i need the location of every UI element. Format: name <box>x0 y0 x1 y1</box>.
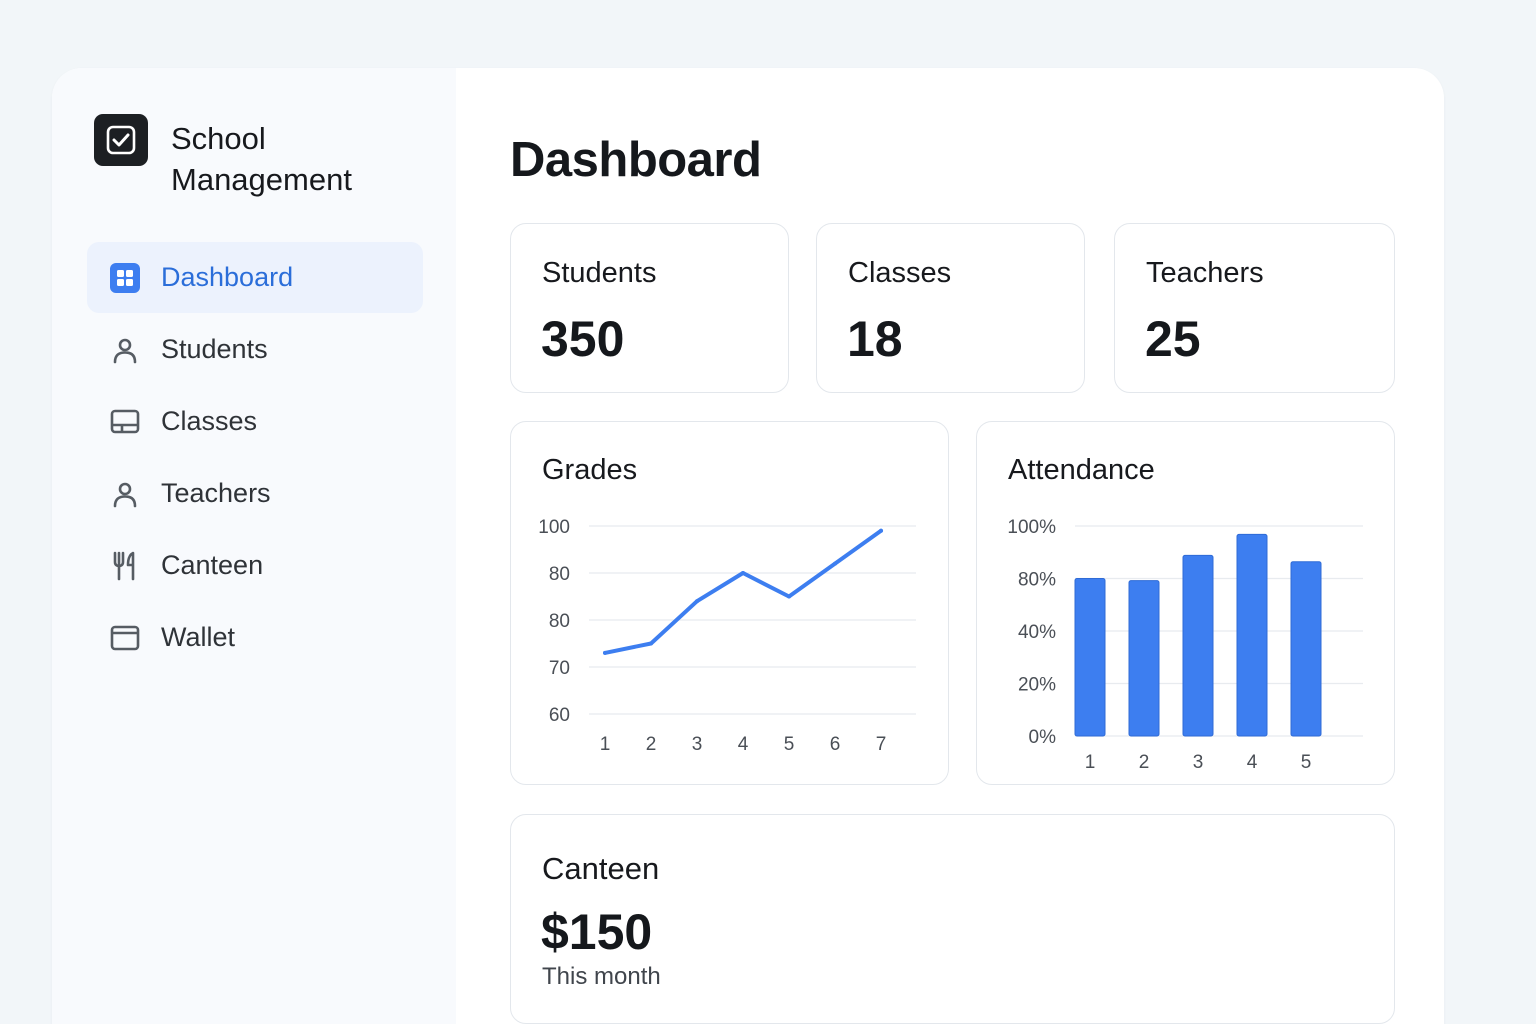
sidebar-nav: Dashboard Students Classes Teachers Cant… <box>87 242 423 674</box>
stat-value: 18 <box>847 311 903 367</box>
monitor-icon <box>109 406 141 438</box>
sidebar-item-canteen[interactable]: Canteen <box>87 530 423 601</box>
sidebar-item-label: Canteen <box>161 550 264 580</box>
canteen-card[interactable]: Canteen $150 This month <box>510 814 1395 1024</box>
sidebar-item-teachers[interactable]: Teachers <box>87 458 423 529</box>
user-icon <box>109 334 141 366</box>
stat-value: 25 <box>1145 311 1201 367</box>
x-tick-label: 4 <box>738 734 749 755</box>
x-tick-label: 4 <box>1247 752 1258 773</box>
y-tick-label: 0% <box>1029 727 1057 748</box>
attendance-bar <box>1290 561 1322 737</box>
attendance-bar <box>1182 554 1214 737</box>
data-point <box>695 599 699 604</box>
attendance-bar <box>1074 578 1106 737</box>
canteen-label: Canteen <box>542 851 660 886</box>
grades-series-line <box>603 528 883 655</box>
x-tick-label: 3 <box>1193 752 1204 773</box>
data-point <box>741 571 745 575</box>
y-tick-label: 100% <box>1007 517 1056 538</box>
stat-value: 350 <box>541 311 625 367</box>
sidebar-item-dashboard[interactable]: Dashboard <box>87 242 423 313</box>
x-tick-label: 6 <box>830 734 841 755</box>
attendance-chart-card: Attendance 100% 80% 40% 20% 0% 1 2 3 4 5 <box>976 421 1395 785</box>
y-tick-label: 60 <box>549 705 570 726</box>
sidebar-item-label: Dashboard <box>161 262 294 292</box>
sidebar-item-wallet[interactable]: Wallet <box>87 602 423 673</box>
sidebar-item-label: Classes <box>161 406 258 436</box>
grid-icon <box>109 262 141 294</box>
data-point <box>649 641 653 646</box>
brand: School Management <box>94 114 352 197</box>
stat-card-classes[interactable]: Classes 18 <box>816 223 1085 393</box>
attendance-bar <box>1128 580 1160 737</box>
page-title: Dashboard <box>510 133 762 187</box>
data-point <box>787 594 791 599</box>
wallet-icon <box>109 622 141 654</box>
data-point <box>879 528 883 533</box>
utensils-icon <box>109 550 141 582</box>
sidebar: School Management Dashboard Students Cla… <box>52 68 456 1024</box>
y-tick-label: 20% <box>1018 675 1056 696</box>
canteen-value: $150 <box>541 904 653 960</box>
y-tick-label: 80% <box>1018 570 1056 591</box>
stat-label: Students <box>542 257 657 289</box>
attendance-bar <box>1236 533 1268 737</box>
attendance-chart: 100% 80% 40% 20% 0% 1 2 3 4 5 <box>1007 517 1363 773</box>
stat-label: Classes <box>848 257 952 289</box>
stat-card-teachers[interactable]: Teachers 25 <box>1114 223 1395 393</box>
x-tick-label: 2 <box>646 734 657 755</box>
stat-card-students[interactable]: Students 350 <box>510 223 789 393</box>
data-point <box>603 650 607 655</box>
data-point <box>833 561 837 566</box>
main-content: Dashboard Students 350 Classes 18 Teache… <box>456 68 1444 1024</box>
user-icon <box>109 478 141 510</box>
sidebar-item-classes[interactable]: Classes <box>87 386 423 457</box>
sidebar-item-label: Teachers <box>161 478 271 508</box>
y-tick-label: 70 <box>549 658 570 679</box>
app-window: School Management Dashboard Students Cla… <box>52 68 1444 1024</box>
sidebar-item-label: Wallet <box>161 622 236 652</box>
x-tick-label: 1 <box>600 734 611 755</box>
stat-label: Teachers <box>1146 257 1264 289</box>
x-tick-label: 3 <box>692 734 703 755</box>
grades-chart: 100 80 80 70 60 1 2 3 4 5 6 7 <box>538 517 916 755</box>
sidebar-item-label: Students <box>161 334 268 364</box>
x-tick-label: 1 <box>1085 752 1096 773</box>
canteen-subtitle: This month <box>542 963 661 990</box>
x-tick-label: 5 <box>784 734 795 755</box>
x-tick-label: 2 <box>1139 752 1150 773</box>
checkbox-icon <box>94 114 148 166</box>
y-tick-label: 40% <box>1018 622 1056 643</box>
y-tick-label: 100 <box>538 517 570 538</box>
y-tick-label: 80 <box>549 611 570 632</box>
sidebar-item-students[interactable]: Students <box>87 314 423 385</box>
grades-chart-card: Grades 100 80 80 70 60 1 2 3 4 5 6 7 <box>510 421 949 785</box>
brand-title: School Management <box>171 121 352 197</box>
x-tick-label: 5 <box>1301 752 1312 773</box>
y-tick-label: 80 <box>549 564 570 585</box>
x-tick-label: 7 <box>876 734 887 755</box>
